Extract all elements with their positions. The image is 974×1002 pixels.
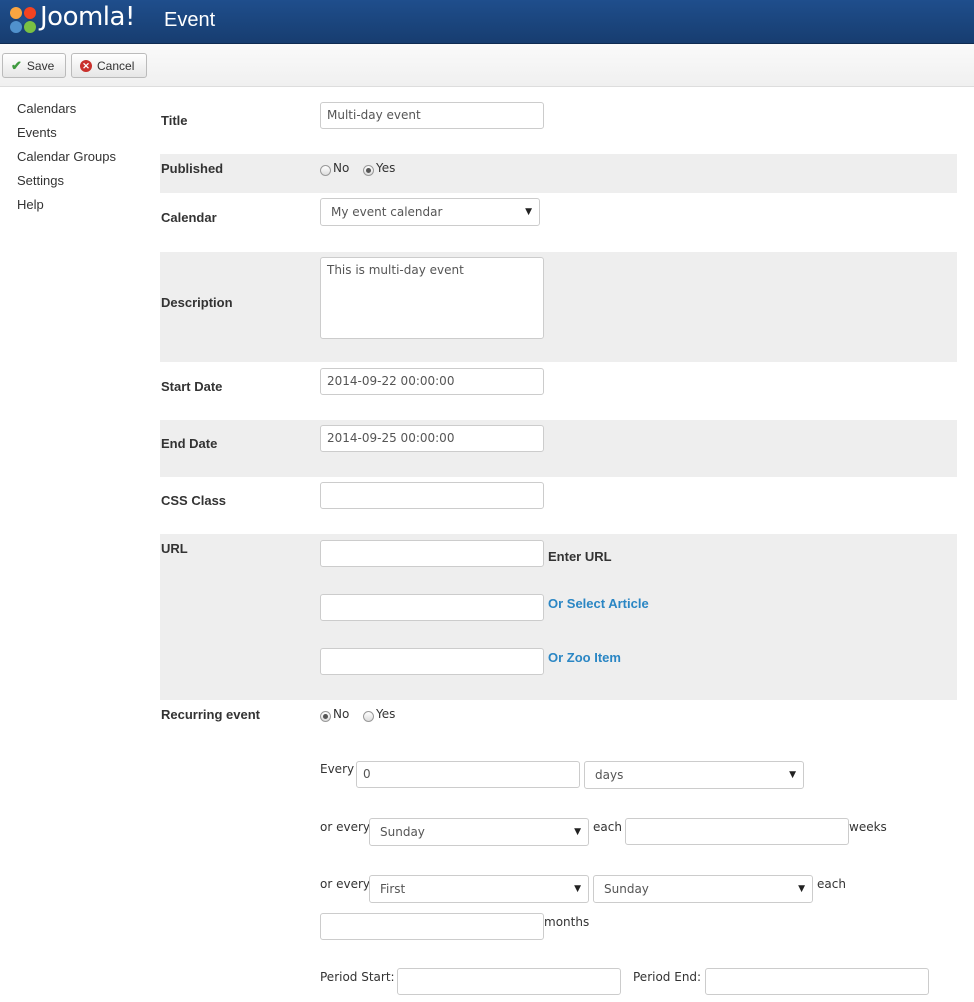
sidebar-item-settings[interactable]: Settings xyxy=(17,173,116,197)
recurring-row: Recurring event No Yes Every 0 days ▼ or… xyxy=(160,700,957,1002)
calendar-select-value: My event calendar xyxy=(331,205,443,219)
end-date-row: End Date 2014-09-25 00:00:00 xyxy=(160,420,957,477)
published-label: Published xyxy=(161,161,224,176)
period-start-label: Period Start: xyxy=(320,970,395,984)
start-date-input[interactable]: 2014-09-22 00:00:00 xyxy=(320,368,544,395)
checkmark-icon: ✔ xyxy=(11,57,22,73)
weekly-each-label: each xyxy=(593,820,622,834)
monthly-weekday-value: Sunday xyxy=(604,882,649,896)
description-textarea[interactable]: This is multi-day event xyxy=(320,257,544,339)
published-row: Published No Yes xyxy=(160,154,957,193)
dropdown-arrow-icon: ▼ xyxy=(789,770,796,780)
published-no-radio[interactable] xyxy=(320,165,331,176)
end-date-label: End Date xyxy=(161,436,218,451)
calendar-select[interactable]: My event calendar ▼ xyxy=(320,198,540,226)
description-row: Description This is multi-day event xyxy=(160,252,957,362)
weeks-label: weeks xyxy=(849,820,887,834)
save-button-label: Save xyxy=(26,58,55,73)
title-row: Title Multi-day event xyxy=(160,96,957,154)
zoo-item-input[interactable] xyxy=(320,648,544,675)
sidebar-item-events[interactable]: Events xyxy=(17,125,116,149)
published-yes-radio[interactable] xyxy=(363,165,374,176)
sidebar-item-calendar-groups[interactable]: Calendar Groups xyxy=(17,149,116,173)
sidebar: Calendars Events Calendar Groups Setting… xyxy=(17,101,116,221)
url-input[interactable] xyxy=(320,540,544,567)
zoo-item-link[interactable]: Or Zoo Item xyxy=(548,650,621,665)
recurring-yes-label: Yes xyxy=(376,707,396,721)
cancel-circle-icon: ✕ xyxy=(80,59,92,72)
sidebar-item-calendars[interactable]: Calendars xyxy=(17,101,116,125)
url-row: URL Enter URL Or Select Article Or Zoo I… xyxy=(160,534,957,700)
save-button[interactable]: ✔ Save xyxy=(2,53,66,78)
recurring-yes-radio[interactable] xyxy=(363,711,374,722)
or-every-monthly-label: or every xyxy=(320,877,370,891)
months-count-input[interactable] xyxy=(320,913,544,940)
toolbar: ✔ Save ✕ Cancel xyxy=(0,44,974,87)
monthly-ordinal-value: First xyxy=(380,882,406,896)
css-class-row: CSS Class xyxy=(160,477,957,534)
top-header: Joomla! Event xyxy=(0,0,974,44)
enter-url-label: Enter URL xyxy=(548,549,612,564)
page-title: Event xyxy=(164,9,216,31)
brand-logo-text: Joomla! xyxy=(40,2,135,32)
article-input[interactable] xyxy=(320,594,544,621)
description-label: Description xyxy=(161,295,233,310)
dropdown-arrow-icon: ▼ xyxy=(798,884,805,894)
select-article-link[interactable]: Or Select Article xyxy=(548,596,649,611)
cancel-button[interactable]: ✕ Cancel xyxy=(71,53,147,78)
cancel-button-label: Cancel xyxy=(97,58,135,73)
every-count-input[interactable]: 0 xyxy=(356,761,580,788)
monthly-each-label: each xyxy=(817,877,846,891)
css-class-label: CSS Class xyxy=(161,493,227,508)
end-date-input[interactable]: 2014-09-25 00:00:00 xyxy=(320,425,544,452)
monthly-ordinal-select[interactable]: First ▼ xyxy=(369,875,589,903)
recurring-label: Recurring event xyxy=(161,707,260,722)
published-yes-label: Yes xyxy=(376,161,396,175)
dropdown-arrow-icon: ▼ xyxy=(525,207,532,217)
monthly-weekday-select[interactable]: Sunday ▼ xyxy=(593,875,813,903)
published-no-label: No xyxy=(333,161,350,175)
weekly-weekday-select[interactable]: Sunday ▼ xyxy=(369,818,589,846)
sidebar-item-help[interactable]: Help xyxy=(17,197,116,221)
period-end-label: Period End: xyxy=(633,970,702,984)
dropdown-arrow-icon: ▼ xyxy=(574,827,581,837)
title-label: Title xyxy=(161,113,188,128)
css-class-input[interactable] xyxy=(320,482,544,509)
period-start-input[interactable] xyxy=(397,968,621,995)
period-end-input[interactable] xyxy=(705,968,929,995)
weekly-weekday-value: Sunday xyxy=(380,825,425,839)
every-unit-value: days xyxy=(595,768,624,782)
calendar-row: Calendar My event calendar ▼ xyxy=(160,193,957,252)
title-input[interactable]: Multi-day event xyxy=(320,102,544,129)
every-unit-select[interactable]: days ▼ xyxy=(584,761,804,789)
months-label: months xyxy=(544,915,590,929)
start-date-label: Start Date xyxy=(161,379,223,394)
joomla-logo-icon xyxy=(10,7,36,33)
dropdown-arrow-icon: ▼ xyxy=(574,884,581,894)
recurring-no-radio[interactable] xyxy=(320,711,331,722)
url-label: URL xyxy=(161,541,188,556)
weeks-count-input[interactable] xyxy=(625,818,849,845)
every-label: Every xyxy=(320,762,355,776)
start-date-row: Start Date 2014-09-22 00:00:00 xyxy=(160,362,957,420)
calendar-label: Calendar xyxy=(161,210,217,225)
or-every-weekly-label: or every xyxy=(320,820,370,834)
recurring-no-label: No xyxy=(333,707,350,721)
